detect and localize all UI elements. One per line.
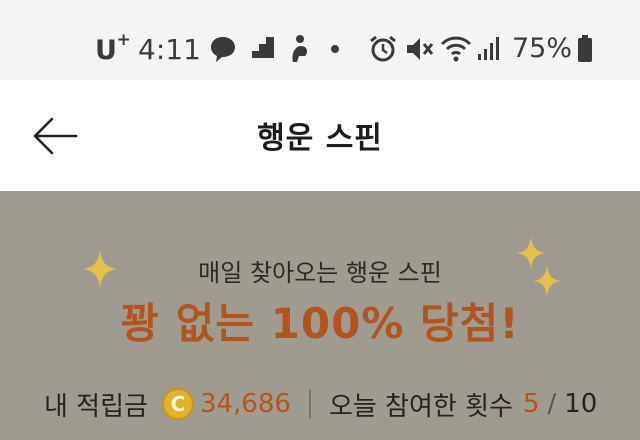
battery-icon [578, 35, 592, 62]
spin-info-row: 내 적립금 C 34,686 오늘 참여한 횟수 5 / 10 [44, 387, 598, 422]
stairs-icon [252, 37, 274, 58]
mute-icon [407, 38, 434, 60]
status-bar: U+ 4:11 75% [0, 0, 640, 80]
points-value: 34,686 [199, 389, 291, 419]
carrier-label: U+ [95, 30, 131, 66]
status-time: 4:11 [138, 33, 201, 66]
points-label: 내 적립금 [44, 391, 148, 422]
divider [308, 390, 311, 418]
count-current: 5 [522, 389, 540, 419]
dot-icon [331, 45, 339, 53]
page-title: 행운 스핀 [257, 121, 383, 156]
person-icon [292, 35, 308, 62]
alarm-icon [370, 35, 396, 62]
wifi-icon [440, 36, 472, 62]
battery-percent: 75% [512, 33, 573, 64]
banner-headline: 꽝 없는 100% 당첨! [120, 299, 520, 348]
signal-icon [478, 37, 499, 60]
count-label: 오늘 참여한 횟수 [328, 391, 513, 422]
count-max: 10 [564, 389, 598, 419]
count-separator: / [547, 389, 557, 419]
banner-subtitle: 매일 찾아오는 행운 스핀 [198, 259, 442, 287]
chat-icon [211, 37, 235, 62]
app-header: 행운 스핀 [0, 80, 640, 191]
coin-icon: C [161, 388, 194, 420]
spin-banner: 매일 찾아오는 행운 스핀 꽝 없는 100% 당첨! 내 적립금 C 34,6… [0, 191, 640, 440]
